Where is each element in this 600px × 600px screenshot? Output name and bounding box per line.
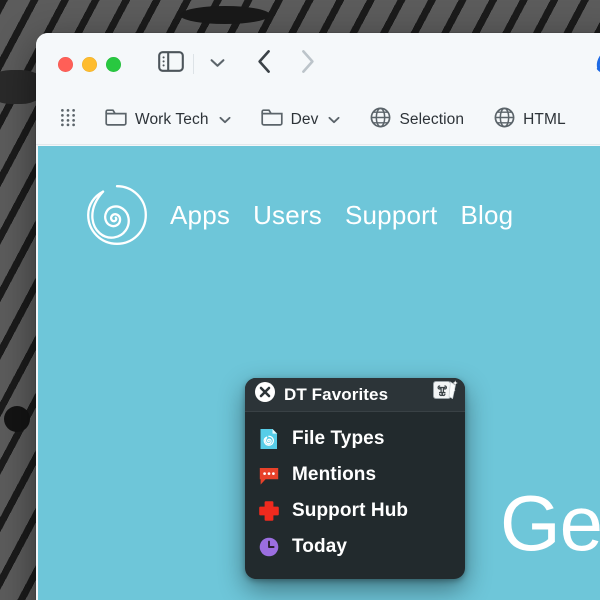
devonthink-clipper-add-icon[interactable] [594, 46, 600, 83]
chevron-down-icon [210, 55, 225, 73]
popup-item-mentions[interactable]: Mentions [245, 457, 465, 493]
wallpaper-shape [180, 6, 270, 24]
popup-item-file-types[interactable]: File Types [245, 421, 465, 457]
nav-link-blog[interactable]: Blog [460, 200, 513, 231]
nav-link-apps[interactable]: Apps [170, 200, 230, 231]
bookmarks-bar: Work Tech Dev Selection HTML [36, 95, 600, 145]
popup-item-label: Support Hub [292, 500, 409, 521]
bookmark-html[interactable]: HTML [488, 103, 572, 137]
apps-grid-icon [60, 108, 79, 131]
sidebar-icon [158, 51, 184, 77]
popup-title: DT Favorites [284, 384, 389, 404]
maximize-window-button[interactable] [106, 56, 121, 72]
site-nav-links: Apps Users Support Blog [170, 200, 513, 231]
folder-icon [105, 108, 127, 131]
bookmark-label: Selection [399, 110, 465, 128]
chevron-down-icon [328, 111, 340, 129]
bookmark-label: HTML [523, 110, 566, 128]
bookmark-selection[interactable]: Selection [364, 103, 470, 137]
popup-item-support-hub[interactable]: Support Hub [245, 493, 465, 529]
traffic-lights [58, 56, 121, 72]
close-window-button[interactable] [58, 56, 73, 72]
popup-header: DT Favorites [245, 378, 465, 412]
close-circle-icon[interactable] [254, 381, 276, 408]
popup-item-label: Today [292, 536, 348, 557]
back-button[interactable] [257, 49, 272, 79]
sidebar-dropdown-button[interactable] [210, 55, 225, 73]
folder-icon [260, 108, 283, 131]
globe-icon [494, 107, 515, 133]
mentions-speech-bubble-icon [258, 464, 280, 486]
nav-link-support[interactable]: Support [345, 200, 437, 231]
popup-item-today[interactable]: Today [245, 529, 465, 565]
page-viewport: Apps Users Support Blog Get DT Favorites [38, 146, 600, 600]
site-navigation: Apps Users Support Blog [86, 184, 513, 246]
file-types-document-icon [258, 428, 280, 450]
spiral-shell-logo-icon[interactable] [86, 184, 148, 246]
globe-icon [370, 107, 391, 133]
window-titlebar [36, 33, 600, 95]
bookmark-work-tech[interactable]: Work Tech [99, 105, 237, 135]
today-clock-icon [258, 536, 280, 558]
toolbar-divider [193, 54, 194, 74]
popup-item-label: Mentions [292, 464, 377, 485]
dt-favorites-popup: DT Favorites File Types Mentions Support… [245, 378, 465, 579]
nav-link-users[interactable]: Users [253, 200, 322, 231]
forward-button[interactable] [300, 49, 315, 79]
bookmark-label: Work Tech [135, 110, 209, 128]
popup-item-label: File Types [292, 428, 385, 449]
bookmark-label: Dev [290, 110, 319, 128]
support-hub-cross-icon [258, 500, 280, 522]
bookmark-dev[interactable]: Dev [255, 105, 347, 135]
chevron-down-icon [219, 111, 231, 129]
minimize-window-button[interactable] [82, 56, 97, 72]
wallpaper-shape [4, 406, 30, 432]
browser-window: Work Tech Dev Selection HTML Apps Users … [36, 33, 600, 600]
hero-headline: Get [500, 479, 600, 567]
apps-grid-button[interactable] [56, 104, 83, 136]
navigation-arrows [257, 49, 315, 79]
popup-item-list: File Types Mentions Support Hub Today [245, 412, 465, 579]
command-key-icon[interactable] [432, 379, 458, 410]
sidebar-toggle-button[interactable] [158, 51, 184, 77]
